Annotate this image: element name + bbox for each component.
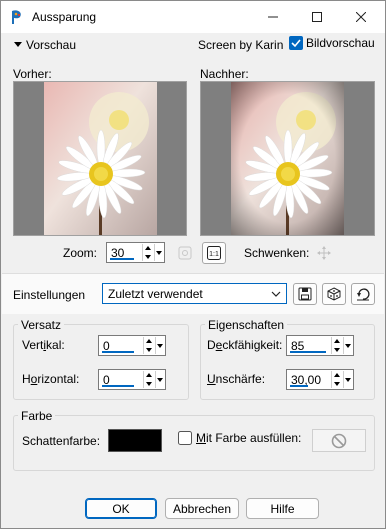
after-label: Nachher: [200, 67, 249, 81]
pan-label: Schwenken: [244, 246, 310, 260]
disabled-no-icon [331, 433, 347, 448]
vertical-label: Vertikal: [22, 338, 65, 352]
title-bar: Aussparung [1, 1, 385, 33]
zoom-actual-size-icon: 1:1 [207, 246, 221, 260]
zoom-dropdown-arrow[interactable] [154, 244, 163, 261]
cancel-button[interactable]: Abbrechen [165, 498, 239, 519]
opacity-label: Deckfähigkeit: [207, 338, 283, 352]
before-image [44, 82, 157, 235]
paintshop-app-icon [12, 10, 21, 24]
zoom-100-button[interactable]: 1:1 [202, 242, 226, 264]
random-preset-button[interactable] [322, 283, 346, 305]
help-button[interactable]: Hilfe [246, 498, 319, 519]
reset-preset-button[interactable] [351, 283, 375, 305]
maximize-button[interactable] [295, 1, 339, 33]
blur-underline [290, 385, 308, 387]
zoom-spin-arrows[interactable] [142, 244, 153, 261]
opacity-spin-arrows[interactable] [331, 337, 342, 354]
settings-dropdown[interactable]: Zuletzt verwendet [102, 283, 287, 304]
minimize-icon [268, 16, 278, 18]
vertical-spinner[interactable]: 0 [98, 335, 166, 356]
dice-icon [327, 287, 341, 301]
save-disk-icon [298, 287, 312, 301]
opacity-spinner[interactable]: 85 [286, 335, 354, 356]
zoom-spinner[interactable]: 30 [106, 242, 165, 263]
horizontal-underline [102, 385, 134, 387]
horizontal-dropdown-arrow[interactable] [155, 371, 164, 388]
blur-spinner[interactable]: 30,00 [286, 369, 354, 390]
screen-credit: Screen by Karin [198, 38, 284, 52]
after-preview[interactable] [200, 81, 375, 236]
before-label: Vorher: [13, 67, 52, 81]
settings-label: Einstellungen [13, 288, 86, 302]
after-image [231, 82, 344, 235]
preview-toggle-label: Vorschau [26, 38, 77, 52]
settings-selected: Zuletzt verwendet [108, 287, 203, 301]
window-title: Aussparung [32, 10, 97, 24]
horizontal-label: Horizontal: [22, 372, 80, 386]
shadow-color-swatch[interactable] [108, 429, 162, 452]
blur-spin-arrows[interactable] [331, 371, 342, 388]
vertical-underline [102, 351, 134, 353]
minimize-button[interactable] [251, 1, 295, 33]
reset-icon [357, 288, 370, 301]
image-preview-label: Bildvorschau [306, 36, 375, 50]
horizontal-spin-arrows[interactable] [143, 371, 154, 388]
fill-color-checkbox[interactable]: Mit Farbe ausfüllen: [178, 431, 301, 445]
image-preview-checkbox[interactable]: Bildvorschau [289, 36, 375, 50]
svg-text:1:1: 1:1 [209, 251, 219, 258]
zoom-fit-icon [178, 246, 192, 260]
pan-move-icon [317, 246, 331, 260]
save-preset-button[interactable] [293, 283, 317, 305]
caret-down-icon [14, 42, 22, 47]
eigenschaften-title: Eigenschaften [205, 318, 288, 332]
blur-dropdown-arrow[interactable] [343, 371, 352, 388]
preview-toggle[interactable]: Vorschau [14, 38, 76, 52]
vertical-dropdown-arrow[interactable] [155, 337, 164, 354]
chevron-down-icon [271, 291, 281, 297]
vertical-spin-arrows[interactable] [143, 337, 154, 354]
close-icon [356, 12, 366, 22]
zoom-underline [110, 258, 134, 260]
blur-label: Unschärfe: [207, 372, 266, 386]
pan-button[interactable] [312, 242, 336, 264]
fill-color-swatch[interactable] [312, 429, 366, 452]
checkbox-checked-icon [289, 36, 303, 50]
dialog-window: Aussparung Vorschau Screen by Karin Bild… [0, 0, 386, 529]
opacity-underline [290, 351, 326, 353]
fill-color-label: Mit Farbe ausfüllen: [196, 431, 302, 445]
zoom-label: Zoom: [63, 246, 98, 260]
horizontal-spinner[interactable]: 0 [98, 369, 166, 390]
zoom-fit-button[interactable] [173, 242, 197, 264]
farbe-title: Farbe [18, 409, 56, 423]
before-preview[interactable] [13, 81, 187, 236]
shadow-color-label: Schattenfarbe: [22, 434, 101, 448]
versatz-title: Versatz [18, 318, 65, 332]
maximize-icon [312, 12, 322, 22]
ok-button[interactable]: OK [85, 498, 157, 519]
close-button[interactable] [339, 1, 383, 33]
opacity-dropdown-arrow[interactable] [343, 337, 352, 354]
checkbox-unchecked-icon [178, 431, 192, 445]
